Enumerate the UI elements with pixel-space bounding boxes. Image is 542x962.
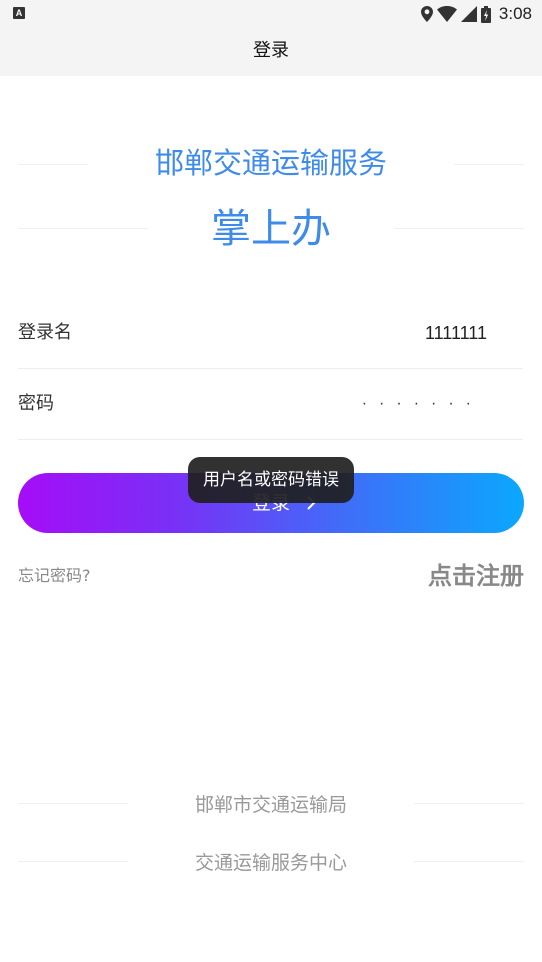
signal-icon (460, 6, 477, 22)
status-bar: A 3:08 (0, 0, 542, 28)
brand-subtitle: 掌上办 (211, 206, 331, 252)
brand-title: 邯郸交通运输服务 (154, 146, 387, 180)
app-bar: 登录 (0, 28, 542, 76)
toast-message: 用户名或密码错误 (203, 470, 339, 490)
wifi-icon (436, 6, 457, 22)
password-label: 密码 (18, 393, 54, 414)
username-input[interactable]: 1111111 (425, 298, 487, 368)
username-row: 登录名 1111111 (18, 298, 523, 368)
error-toast: 用户名或密码错误 (188, 457, 354, 503)
footer-org: 邯郸市交通运输局 (194, 794, 347, 816)
app-notification-letter: A (15, 8, 23, 18)
password-input[interactable]: ······· (362, 369, 483, 439)
location-icon (420, 6, 433, 22)
register-link[interactable]: 点击注册 (428, 556, 524, 591)
status-time: 3:08 (498, 4, 532, 23)
forgot-password-link[interactable]: 忘记密码? (18, 562, 91, 586)
username-label: 登录名 (18, 322, 72, 343)
footer-center: 交通运输服务中心 (194, 852, 347, 874)
password-row: 密码 ······· (18, 369, 523, 439)
page-title: 登录 (253, 40, 289, 61)
row-divider (18, 439, 523, 440)
status-icons: 3:08 (420, 3, 532, 25)
app-notification-icon: A (13, 7, 25, 19)
battery-icon (480, 5, 491, 23)
